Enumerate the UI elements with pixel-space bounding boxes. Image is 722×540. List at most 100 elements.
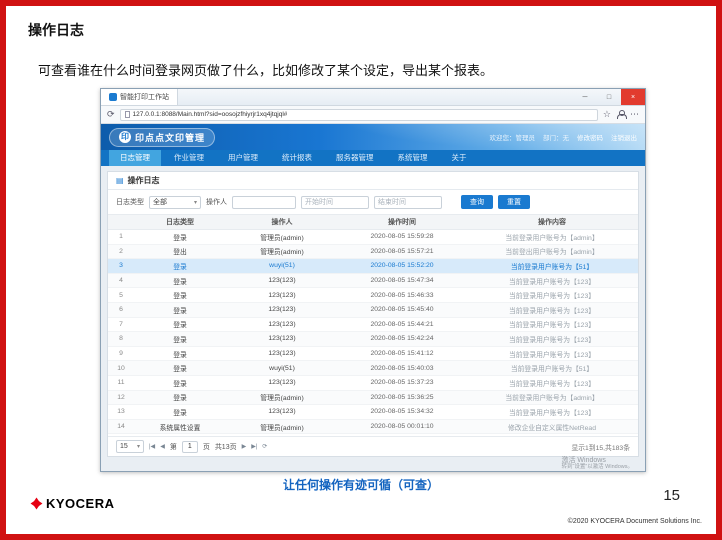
table-row[interactable]: 9 登录 123(123) 2020-08-05 15:41:12 当前登录用户… (108, 347, 638, 362)
table-header: 日志类型操作人操作时间操作内容 (108, 214, 638, 230)
next-page-button[interactable]: ▶ (242, 443, 247, 450)
cell-content: 当前登录用户账号为【123】 (466, 332, 638, 346)
table-row[interactable]: 3 登录 wuyi(51) 2020-08-05 15:52:20 当前登录用户… (108, 259, 638, 274)
browser-tab[interactable]: 智能打印工作站 (101, 89, 178, 105)
cell-operator: 123(123) (226, 274, 338, 288)
table-row[interactable]: 13 登录 123(123) 2020-08-05 15:34:32 当前登录用… (108, 405, 638, 420)
cell-content: 当前登录用户账号为【123】 (466, 405, 638, 419)
cell-time: 2020-08-05 15:42:24 (338, 332, 466, 346)
nav-tab-5[interactable]: 服务器管理 (325, 150, 385, 166)
end-time-input[interactable] (374, 196, 442, 209)
table-row[interactable]: 10 登录 wuyi(51) 2020-08-05 15:40:03 当前登录用… (108, 361, 638, 376)
cell-index: 8 (108, 332, 134, 346)
cell-time: 2020-08-05 00:01:10 (338, 420, 466, 434)
cell-log-type: 登录 (134, 361, 226, 375)
cell-content: 当前登录用户账号为【123】 (466, 274, 638, 288)
cell-index: 7 (108, 318, 134, 332)
cell-time: 2020-08-05 15:34:32 (338, 405, 466, 419)
more-menu-icon[interactable]: ⋯ (630, 110, 639, 119)
cell-content: 当前登录用户账号为【admin】 (466, 230, 638, 244)
refresh-icon[interactable]: ⟳ (107, 110, 115, 119)
cell-index: 13 (108, 405, 134, 419)
nav-tab-6[interactable]: 系统管理 (387, 150, 439, 166)
table-row[interactable]: 12 登录 管理员(admin) 2020-08-05 15:36:25 当前登… (108, 391, 638, 406)
cell-operator: 123(123) (226, 376, 338, 390)
cell-operator: 管理员(admin) (226, 230, 338, 244)
reset-button[interactable]: 重置 (498, 195, 530, 209)
start-time-input[interactable] (301, 196, 369, 209)
app-logo-text: 印点点文印管理 (135, 131, 205, 144)
address-bar[interactable]: 127.0.0.1:8088/Main.html?sid=oosojzfhiyr… (120, 109, 598, 121)
cell-log-type: 登录 (134, 391, 226, 405)
slide-title: 操作日志 (28, 20, 84, 40)
logout-link[interactable]: 注销退出 (611, 132, 637, 142)
current-page-input[interactable]: 1 (182, 441, 198, 453)
favorites-star-icon[interactable]: ☆ (603, 110, 611, 119)
cell-index: 14 (108, 420, 134, 434)
cell-index: 2 (108, 245, 134, 259)
page-size-value: 15 (120, 443, 128, 450)
table-row[interactable]: 6 登录 123(123) 2020-08-05 15:45:40 当前登录用户… (108, 303, 638, 318)
last-page-button[interactable]: ▶| (251, 443, 257, 450)
cell-index: 9 (108, 347, 134, 361)
page-icon (125, 111, 130, 118)
url-text: 127.0.0.1:8088/Main.html?sid=oosojzfhiyr… (133, 111, 288, 118)
browser-window: 智能打印工作站 ─ □ × ⟳ 127.0.0.1:8088/Main.html… (100, 88, 646, 472)
pagination-bar: 15 ▾ |◀ ◀ 第 1 页 共13页 ▶ ▶| ⟳ 显示1到15,共183条 (108, 436, 638, 456)
nav-tab-4[interactable]: 统计报表 (271, 150, 323, 166)
slide: 操作日志 可查看谁在什么时间登录网页做了什么，比如修改了某个设定，导出某个报表。… (0, 0, 722, 540)
table-row[interactable]: 11 登录 123(123) 2020-08-05 15:37:23 当前登录用… (108, 376, 638, 391)
cell-content: 当前登录用户账号为【51】 (466, 361, 638, 375)
column-header-3: 操作时间 (338, 215, 466, 229)
cell-operator: 123(123) (226, 405, 338, 419)
minimize-icon[interactable]: ─ (573, 89, 597, 105)
table-row[interactable]: 14 系统属性设置 管理员(admin) 2020-08-05 00:01:10… (108, 420, 638, 435)
cell-time: 2020-08-05 15:59:28 (338, 230, 466, 244)
cell-time: 2020-08-05 15:36:25 (338, 391, 466, 405)
search-button[interactable]: 查询 (461, 195, 493, 209)
nav-tab-2[interactable]: 作业管理 (163, 150, 215, 166)
cell-index: 4 (108, 274, 134, 288)
kyocera-mark-icon (30, 497, 43, 510)
cell-index: 1 (108, 230, 134, 244)
first-page-button[interactable]: |◀ (149, 443, 155, 450)
page-size-select[interactable]: 15 ▾ (116, 440, 144, 453)
user-profile-icon[interactable] (616, 110, 625, 119)
change-password-link[interactable]: 修改密码 (577, 132, 603, 142)
operator-input[interactable] (232, 196, 296, 209)
cell-log-type: 登录 (134, 347, 226, 361)
cell-content: 修改企业自定义属性NetRead (466, 420, 638, 434)
table-body: 1 登录 管理员(admin) 2020-08-05 15:59:28 当前登录… (108, 230, 638, 436)
prev-page-button[interactable]: ◀ (160, 443, 165, 450)
table-row[interactable]: 1 登录 管理员(admin) 2020-08-05 15:59:28 当前登录… (108, 230, 638, 245)
close-icon[interactable]: × (621, 89, 645, 105)
table-row[interactable]: 2 登出 管理员(admin) 2020-08-05 15:57:21 当前登出… (108, 245, 638, 260)
nav-tab-1[interactable]: 日志管理 (109, 150, 161, 166)
kyocera-wordmark: KYOCERA (46, 496, 115, 511)
cell-index: 3 (108, 259, 134, 273)
page-label-before: 第 (170, 442, 177, 452)
cell-content: 当前登录用户账号为【admin】 (466, 391, 638, 405)
nav-tab-7[interactable]: 关于 (441, 150, 478, 166)
cell-operator: 123(123) (226, 288, 338, 302)
windows-activation-watermark: 激活 Windows 转到“设置”以激活 Windows。 (561, 457, 633, 470)
caret-down-icon: ▾ (194, 199, 197, 206)
cell-content: 当前登出用户账号为【admin】 (466, 245, 638, 259)
nav-tab-3[interactable]: 用户管理 (217, 150, 269, 166)
cell-log-type: 登录 (134, 332, 226, 346)
table-row[interactable]: 7 登录 123(123) 2020-08-05 15:44:21 当前登录用户… (108, 318, 638, 333)
panel-header: ▤ 操作日志 (108, 172, 638, 190)
log-type-select[interactable]: 全部 ▾ (149, 196, 201, 209)
column-header-index (108, 215, 134, 229)
restore-icon[interactable]: □ (597, 89, 621, 105)
cell-index: 12 (108, 391, 134, 405)
copyright-text: ©2020 KYOCERA Document Solutions Inc. (568, 518, 702, 525)
cell-content: 当前登录用户账号为【123】 (466, 303, 638, 317)
total-pages-text: 共13页 (215, 442, 237, 452)
table-row[interactable]: 4 登录 123(123) 2020-08-05 15:47:34 当前登录用户… (108, 274, 638, 289)
table-row[interactable]: 8 登录 123(123) 2020-08-05 15:42:24 当前登录用户… (108, 332, 638, 347)
reload-table-icon[interactable]: ⟳ (262, 443, 267, 450)
cell-operator: wuyi(51) (226, 259, 338, 273)
cell-log-type: 登录 (134, 259, 226, 273)
table-row[interactable]: 5 登录 123(123) 2020-08-05 15:46:33 当前登录用户… (108, 288, 638, 303)
